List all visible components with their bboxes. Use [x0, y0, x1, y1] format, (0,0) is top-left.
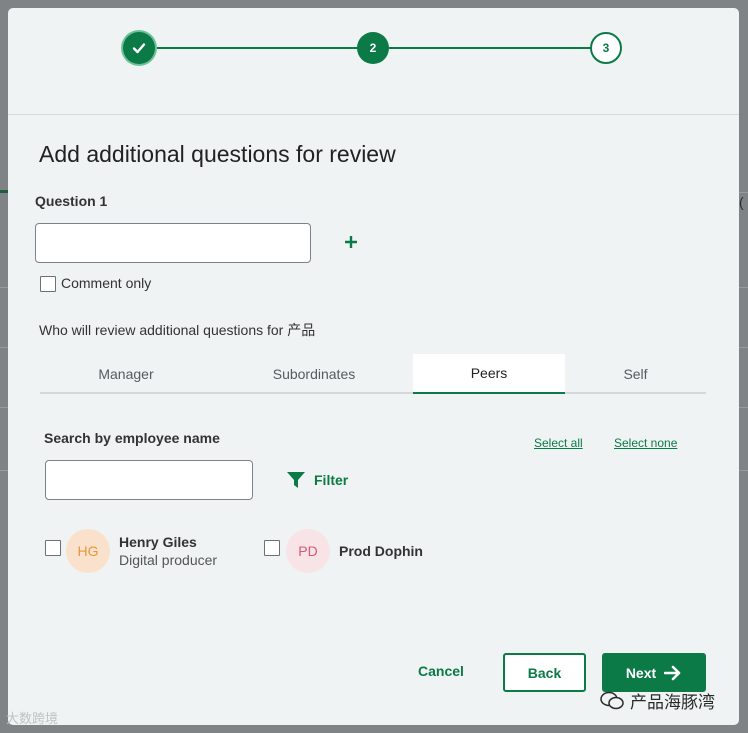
- background-divider: [739, 192, 748, 193]
- reviewers-label: Who will review additional questions for…: [39, 322, 316, 338]
- employee-item[interactable]: HG Henry Giles Digital producer: [66, 528, 217, 574]
- cancel-button[interactable]: Cancel: [408, 660, 474, 682]
- watermark-right: 产品海豚湾: [600, 688, 715, 713]
- background-divider: [739, 347, 748, 348]
- employee-checkbox[interactable]: [45, 540, 61, 556]
- select-all-link[interactable]: Select all: [534, 436, 583, 450]
- tab-manager[interactable]: Manager: [40, 354, 212, 394]
- background-divider: [0, 407, 8, 408]
- filter-label: Filter: [314, 472, 349, 488]
- step-2-current[interactable]: 2: [357, 32, 389, 64]
- employee-name: Prod Dophin: [339, 543, 423, 559]
- background-divider: [0, 470, 8, 471]
- stepper-connector: [389, 47, 593, 49]
- avatar: PD: [286, 529, 330, 573]
- reviewer-tabs: Manager Subordinates Peers Self: [40, 354, 706, 394]
- plus-icon: [345, 236, 357, 248]
- watermark-left: 大数跨境: [6, 711, 59, 726]
- select-none-link[interactable]: Select none: [614, 436, 677, 450]
- employee-search-input[interactable]: [45, 460, 253, 500]
- wechat-icon: [600, 691, 624, 709]
- filter-button[interactable]: Filter: [286, 469, 348, 491]
- background-divider: [739, 287, 748, 288]
- arrow-right-icon: [664, 665, 681, 680]
- background-divider: [0, 347, 8, 348]
- employee-checkbox[interactable]: [264, 540, 280, 556]
- question-input[interactable]: [35, 223, 311, 263]
- next-label: Next: [625, 664, 657, 681]
- filter-icon: [287, 472, 305, 488]
- stepper: 2 3: [8, 8, 739, 115]
- employee-item[interactable]: PD Prod Dophin: [286, 528, 423, 574]
- comment-only-label: Comment only: [61, 275, 152, 291]
- back-button[interactable]: Back: [503, 653, 586, 692]
- step-3-upcoming[interactable]: 3: [590, 32, 622, 64]
- modal-title: Add additional questions for review: [39, 141, 396, 167]
- step-1-complete[interactable]: [123, 32, 155, 64]
- background-text: (: [739, 194, 744, 210]
- stepper-connector: [154, 47, 359, 49]
- tab-peers[interactable]: Peers: [413, 354, 565, 394]
- tab-subordinates[interactable]: Subordinates: [228, 354, 400, 394]
- checkmark-icon: [132, 43, 146, 54]
- employee-name: Henry Giles: [119, 534, 197, 550]
- question-label: Question 1: [35, 193, 108, 209]
- background-divider: [0, 287, 8, 288]
- search-label: Search by employee name: [44, 430, 220, 446]
- back-label: Back: [527, 664, 562, 681]
- next-button[interactable]: Next: [602, 653, 706, 692]
- comment-only-checkbox[interactable]: [40, 276, 56, 292]
- add-question-button[interactable]: [344, 230, 358, 254]
- review-questions-modal: 2 3 Add additional questions for review …: [8, 8, 739, 725]
- tab-self[interactable]: Self: [565, 354, 706, 394]
- watermark-right-text: 产品海豚湾: [630, 693, 715, 712]
- employee-role: Digital producer: [119, 552, 218, 568]
- avatar: HG: [66, 529, 110, 573]
- background-divider: [739, 470, 748, 471]
- background-divider: [739, 407, 748, 408]
